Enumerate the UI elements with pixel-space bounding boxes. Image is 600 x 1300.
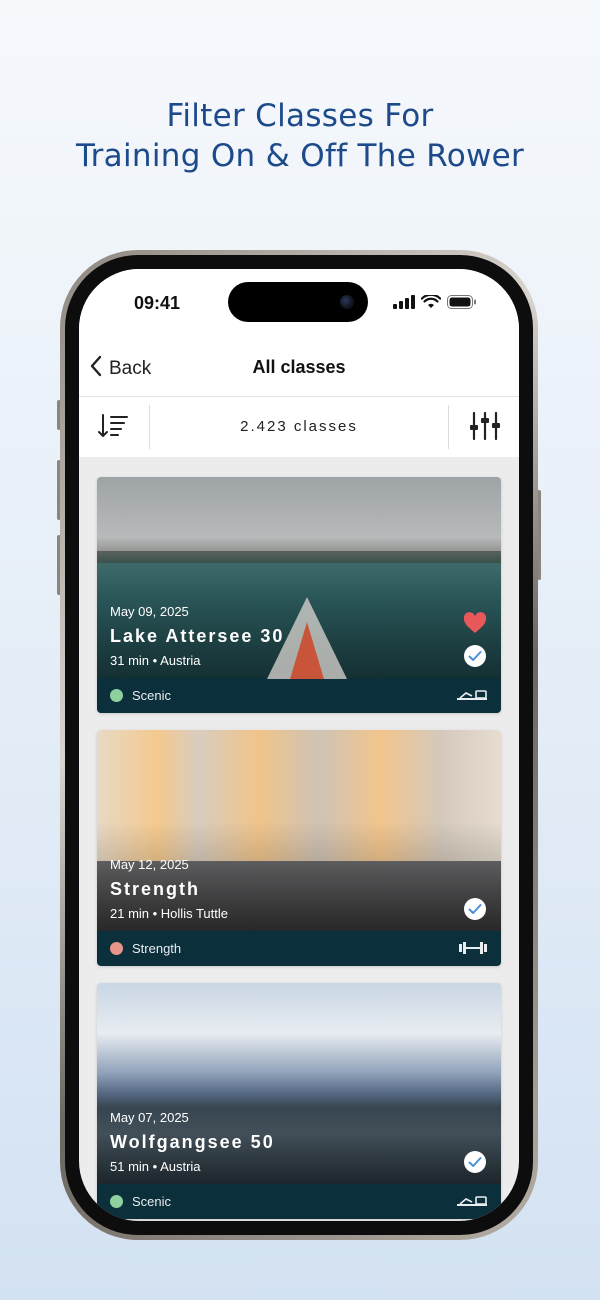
category-dot [110,942,123,955]
heart-icon[interactable] [463,612,487,639]
sort-icon[interactable] [97,412,129,445]
class-date: May 07, 2025 [110,1110,189,1125]
rower-icon [456,1194,488,1213]
class-category-bar: Scenic [97,1184,501,1219]
class-title: Wolfgangsee 50 [110,1132,275,1152]
class-meta: 31 min • Austria [110,653,201,668]
boat-bow-stripe [290,622,324,679]
camera-icon [340,295,354,309]
class-meta: 51 min • Austria [110,1159,201,1174]
dynamic-island [228,282,368,322]
battery-icon [447,295,477,314]
back-button[interactable]: Back [89,355,151,383]
category-label: Scenic [132,1194,172,1209]
class-date: May 09, 2025 [110,604,189,619]
chevron-left-icon [89,355,103,383]
class-meta: 21 min • Hollis Tuttle [110,906,228,921]
rower-icon [456,688,488,707]
headline: Filter Classes For Training On & Off The… [0,96,600,176]
completed-check-icon [464,645,486,667]
dumbbell-icon [458,941,488,960]
class-category-bar: Scenic [97,678,501,713]
headline-line-1: Filter Classes For [166,98,434,134]
category-label: Strength [132,941,182,956]
class-category-bar: Strength [97,931,501,966]
class-date: May 12, 2025 [110,857,189,872]
class-thumbnail [97,983,501,1184]
back-label: Back [109,358,152,379]
category-dot [110,689,123,702]
status-icons [393,293,477,314]
wifi-icon [420,293,442,314]
filter-sliders-icon[interactable] [469,411,501,446]
class-title: Lake Attersee 30 [110,626,285,646]
completed-check-icon [464,1151,486,1173]
toolbar-divider [448,405,449,449]
class-card[interactable]: May 09, 2025 Lake Attersee 30 31 min • A… [97,477,501,713]
list-toolbar: 2.423 classes [79,397,519,457]
status-time: 09:41 [134,293,181,313]
navigation-bar: Back All classes [79,339,519,397]
class-card[interactable]: May 12, 2025 Strength 21 min • Hollis Tu… [97,730,501,966]
completed-check-icon [464,898,486,920]
phone-frame: 09:41 Back All classes 2.423 classes May… [60,250,538,1240]
toolbar-divider [149,405,150,449]
app-screen: 09:41 Back All classes 2.423 classes May… [79,269,519,1221]
category-label: Scenic [132,688,172,703]
class-count: 2.423 classes [240,418,358,435]
category-dot [110,1195,123,1208]
class-card[interactable]: May 07, 2025 Wolfgangsee 50 51 min • Aus… [97,983,501,1219]
class-list: May 09, 2025 Lake Attersee 30 31 min • A… [97,477,501,1221]
class-title: Strength [110,879,200,899]
class-thumbnail [97,730,501,931]
phone-bezel: 09:41 Back All classes 2.423 classes May… [65,255,533,1235]
cellular-signal-icon [393,295,415,314]
headline-line-2: Training On & Off The Rower [75,138,525,174]
shoreline [97,551,501,563]
